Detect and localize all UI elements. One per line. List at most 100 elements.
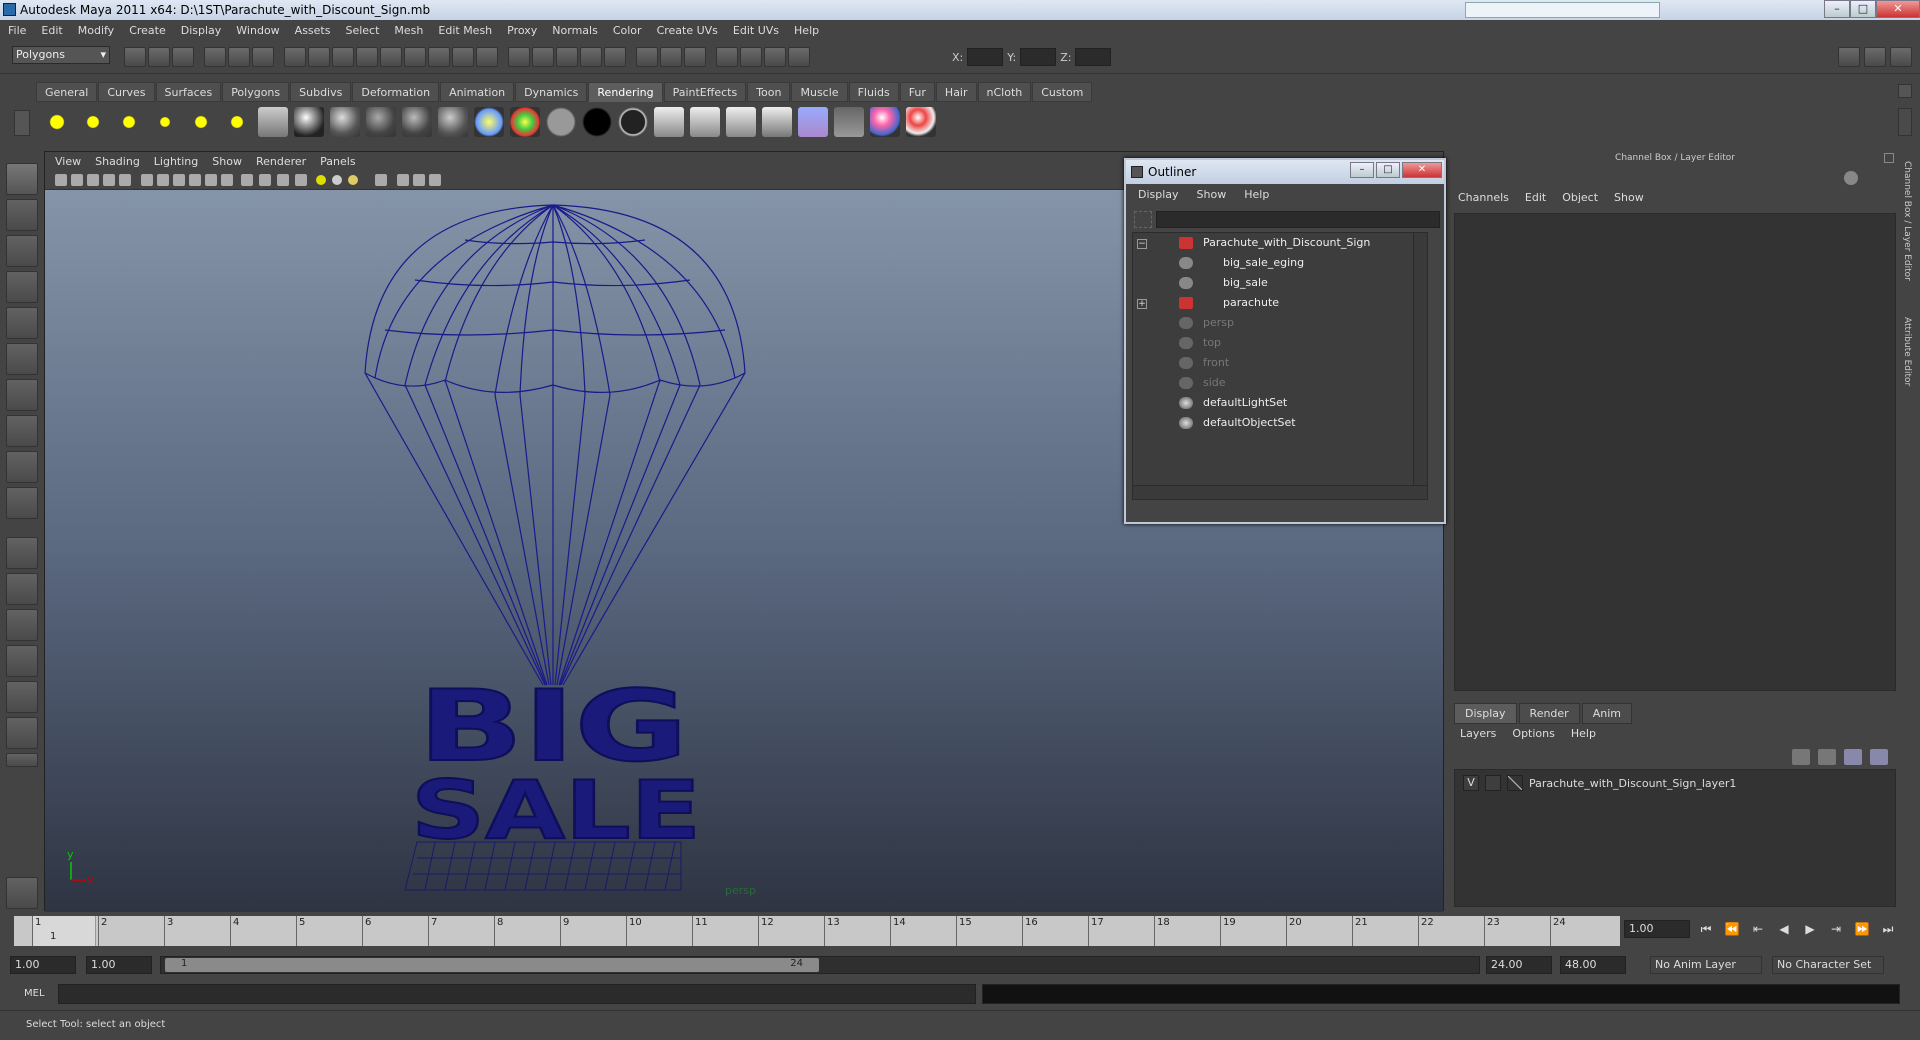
attribute-editor-toggle-icon[interactable] [1890,47,1912,67]
viewport-panel-icons[interactable] [45,170,565,190]
shelf-options-icon[interactable] [14,110,30,136]
channel-box-toggle-icon[interactable] [1838,47,1860,67]
menu-window[interactable]: Window [236,24,279,37]
y-field[interactable] [1020,48,1057,66]
search-input[interactable] [1465,2,1660,18]
layer-menu-layers[interactable]: Layers [1460,727,1496,740]
render-frame-icon[interactable] [508,47,530,67]
outliner-item[interactable]: side [1179,373,1226,393]
minimize-button[interactable]: – [1824,0,1850,18]
playback-end-field[interactable]: 24.00 [1486,956,1552,974]
shelf-tab-dynamics[interactable]: Dynamics [515,82,588,102]
menu-set-dropdown[interactable]: Polygons [12,46,110,64]
layered-shader-icon[interactable] [618,107,648,137]
anim-layer-dropdown[interactable]: No Anim Layer [1650,956,1762,974]
pick-mask-icon[interactable] [284,47,306,67]
step-back-key-button[interactable]: ⏪ [1722,922,1742,937]
snap-curve-icon[interactable] [332,47,354,67]
single-perspective-layout-icon[interactable] [6,537,38,569]
shelf-tab-polygons[interactable]: Polygons [222,82,290,102]
select-component-icon[interactable] [252,47,274,67]
point-light-icon[interactable] [114,107,144,137]
viewport-menu-lighting[interactable]: Lighting [154,155,198,168]
outliner-maximize-button[interactable]: □ [1376,162,1400,178]
show-tool-settings-icon[interactable] [684,47,706,67]
outliner-item[interactable]: defaultObjectSet [1179,413,1296,433]
snap-point-icon[interactable] [356,47,378,67]
menu-select[interactable]: Select [345,24,379,37]
save-scene-icon[interactable] [172,47,194,67]
outliner-vertical-scrollbar[interactable] [1413,233,1427,499]
command-input[interactable] [58,984,976,1004]
ipr-render-icon[interactable] [532,47,554,67]
shelf-tab-surfaces[interactable]: Surfaces [155,82,222,102]
layer-menu-options[interactable]: Options [1512,727,1554,740]
playback-start-field[interactable]: 1.00 [86,956,152,974]
last-tool-icon[interactable] [6,487,38,519]
phong-e-icon[interactable] [474,107,504,137]
input-line-icon[interactable] [636,47,658,67]
render-view-shelf-icon[interactable] [762,107,792,137]
volume-light-icon[interactable] [222,107,252,137]
viewport-menu-view[interactable]: View [55,155,81,168]
outliner-item[interactable]: big_sale [1179,273,1268,293]
layer-menu-help[interactable]: Help [1571,727,1596,740]
channel-box-options-icon[interactable] [1844,171,1858,185]
viewport-menu-panels[interactable]: Panels [320,155,355,168]
shelf-tab-animation[interactable]: Animation [440,82,515,102]
ipr-current-icon[interactable] [690,107,720,137]
layout-menu-icon[interactable] [6,753,38,767]
panel-float-icon[interactable] [1884,153,1894,163]
menu-edit-mesh[interactable]: Edit Mesh [438,24,492,37]
outliner-item[interactable]: parachute [1179,293,1279,313]
outliner-horizontal-scrollbar[interactable] [1133,485,1427,499]
layer-visibility-toggle[interactable]: V [1463,775,1479,791]
shelf-scroll-icon[interactable] [1898,108,1912,136]
hypershade-shelf-icon[interactable] [258,107,288,137]
lock-icon[interactable] [452,47,474,67]
outliner-item[interactable]: front [1179,353,1229,373]
outliner-close-button[interactable]: ✕ [1402,162,1442,178]
animation-start-field[interactable]: 1.00 [10,956,76,974]
shelf-tab-fluids[interactable]: Fluids [848,82,899,102]
outliner-title-bar[interactable]: Outliner – □ ✕ [1126,160,1444,184]
lambert-icon[interactable] [402,107,432,137]
expand-collapse-icon[interactable]: + [1137,299,1147,309]
persp-hypershade-layout-icon[interactable] [6,681,38,713]
snap-view-plane-icon[interactable] [380,47,402,67]
hypershade-icon[interactable] [580,47,602,67]
paint-shader-icon[interactable] [906,107,936,137]
channel-menu-edit[interactable]: Edit [1525,191,1546,204]
step-forward-frame-button[interactable]: ⇥ [1826,922,1846,937]
layer-tab-anim[interactable]: Anim [1581,703,1632,724]
area-light-icon[interactable] [186,107,216,137]
shelf-tab-muscle[interactable]: Muscle [791,82,848,102]
outliner-menu-help[interactable]: Help [1244,188,1269,201]
viewport-menu-shading[interactable]: Shading [95,155,140,168]
snap-grid-icon[interactable] [308,47,330,67]
surface-shader-icon[interactable] [546,107,576,137]
close-button[interactable]: ✕ [1876,0,1920,18]
camera-icon[interactable] [716,47,738,67]
paint-select-tool-icon[interactable] [6,235,38,267]
persp-graph-layout-icon[interactable] [6,645,38,677]
directional-light-icon[interactable] [78,107,108,137]
open-scene-icon[interactable] [148,47,170,67]
go-to-end-button[interactable]: ⏭ [1878,922,1898,937]
move-tool-icon[interactable] [6,271,38,303]
outliner-minimize-button[interactable]: – [1350,162,1374,178]
scale-tool-icon[interactable] [6,343,38,375]
shelf-tab-painteffects[interactable]: PaintEffects [663,82,747,102]
time-slider-bar[interactable]: 1 1 2 3 4 5 6 7 8 9 10 11 12 13 14 15 16 17 18 19 20 21 22 23 2… [14,916,1620,946]
channel-menu-show[interactable]: Show [1614,191,1644,204]
render-settings-icon[interactable] [556,47,578,67]
shelf-tab-deformation[interactable]: Deformation [352,82,440,102]
select-hierarchy-icon[interactable] [204,47,226,67]
shelf-tab-general[interactable]: General [36,82,98,102]
soft-mod-tool-icon[interactable] [6,415,38,447]
menu-display[interactable]: Display [181,24,222,37]
channel-menu-object[interactable]: Object [1562,191,1598,204]
channel-box-area[interactable] [1454,213,1896,691]
show-attribute-icon[interactable] [660,47,682,67]
shelf-tab-rendering[interactable]: Rendering [588,82,663,102]
